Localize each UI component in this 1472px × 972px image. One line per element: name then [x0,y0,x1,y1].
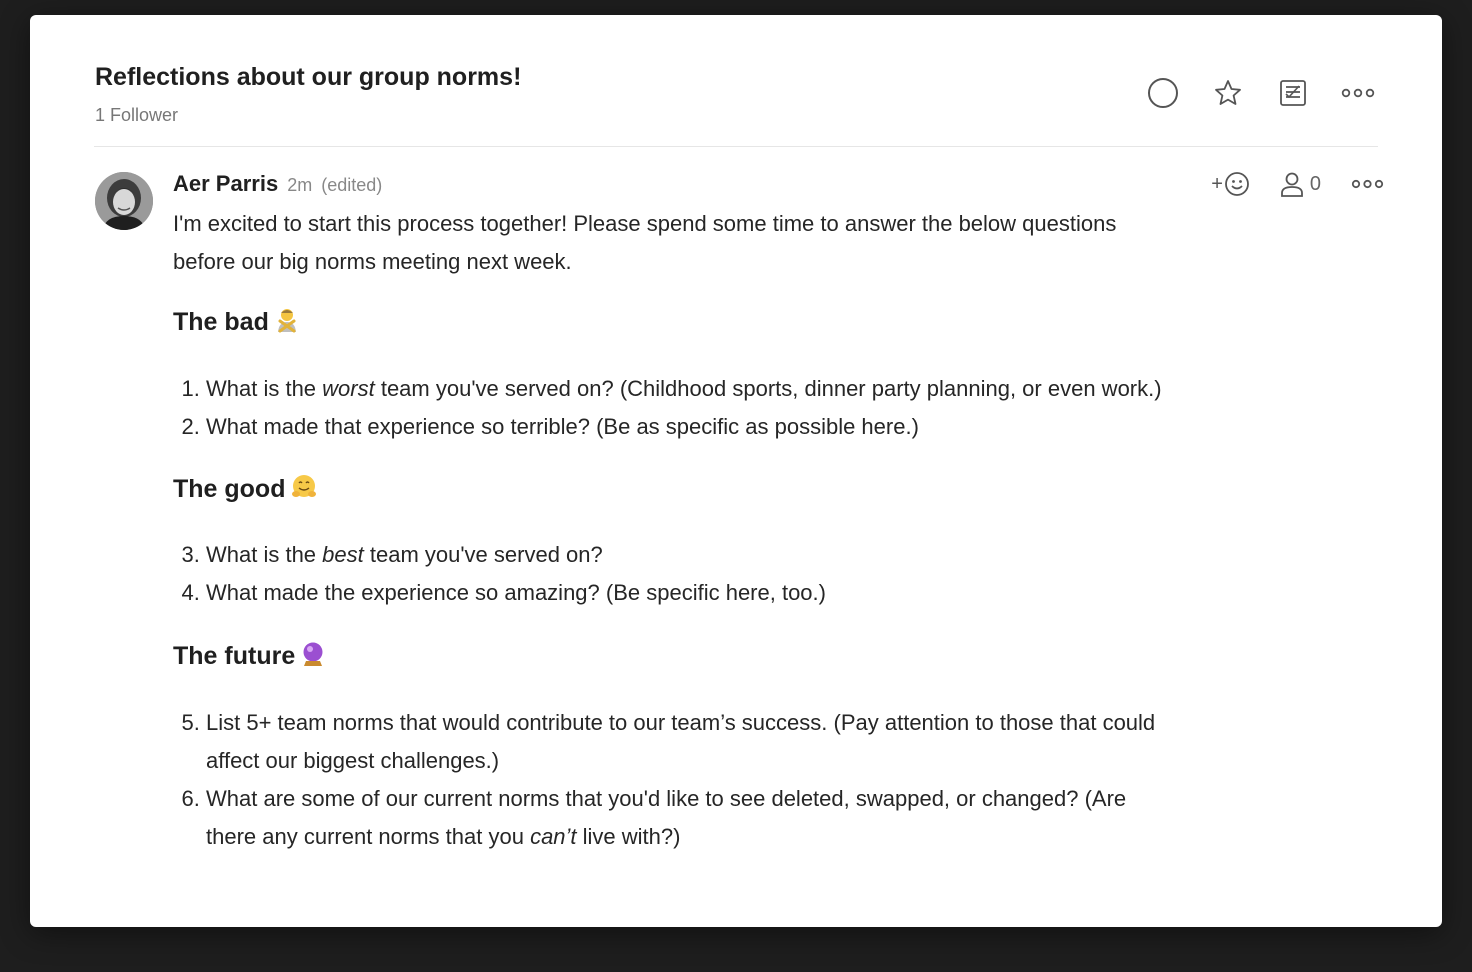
item-text: team you've served on? [363,542,603,567]
comment-meta: Aer Parris 2m (edited) [173,171,382,201]
section-heading-bad: The bad [173,304,1173,343]
ellipsis-icon [1341,88,1375,98]
add-to-todo-button[interactable] [1273,73,1313,113]
add-reaction-button[interactable]: + [1211,167,1250,201]
item-text: What is the [206,376,323,401]
list-item: What are some of our current norms that … [206,780,1173,856]
heading-text: The good [173,475,286,503]
person-gesturing-no-icon [275,307,299,343]
star-icon [1215,80,1241,105]
checklist-icon [1280,80,1306,106]
mark-done-button[interactable] [1143,73,1183,113]
item-text: live with?) [576,824,681,849]
comment-follower-count: 0 [1309,172,1321,195]
item-emphasis: worst [322,376,375,401]
avatar-photo [95,172,153,230]
heading-text: The bad [173,308,269,336]
list-item: What is the best team you've served on? [206,536,1173,574]
smiley-icon [1224,172,1249,196]
list-item: What is the worst team you've served on?… [206,370,1173,408]
edited-label: (edited) [321,175,383,195]
section-heading-future: The future [173,638,1173,677]
hugging-face-icon [291,474,317,510]
comment-actions: + 0 [1211,167,1384,201]
item-emphasis: best [322,542,364,567]
item-text: What made the experience so amazing? (Be… [206,580,826,605]
avatar[interactable] [95,172,153,230]
timestamp[interactable]: 2m [287,175,312,196]
list-item: What made that experience so terrible? (… [206,408,1173,446]
thread-actions [1118,73,1378,113]
crystal-ball-icon [301,641,325,677]
comment-followers-button[interactable]: 0 [1280,167,1321,201]
person-icon [1280,172,1303,197]
item-text: team you've served on? (Childhood sports… [374,376,1162,401]
more-button[interactable] [1338,73,1378,113]
question-list-good: What is the best team you've served on? … [173,536,1173,612]
comment-intro: I'm excited to start this process togeth… [173,211,1117,274]
circle-icon [1148,78,1178,108]
item-text: What made that experience so terrible? (… [206,414,919,439]
plus-label: + [1211,172,1223,195]
item-text: What is the [206,542,323,567]
comment-body: I'm excited to start this process togeth… [173,205,1173,856]
comment-more-button[interactable] [1351,167,1384,201]
follower-count-link[interactable]: 1 Follower [95,103,178,127]
item-text: List 5+ team norms that would contribute… [206,710,1156,773]
list-item: What made the experience so amazing? (Be… [206,574,1173,612]
section-heading-good: The good [173,471,1173,510]
header-divider [94,146,1378,147]
list-item: List 5+ team norms that would contribute… [206,704,1173,780]
question-list-future: List 5+ team norms that would contribute… [173,704,1173,856]
item-emphasis: can’t [530,824,577,849]
message-window: Reflections about our group norms! 1 Fol… [30,15,1442,927]
ellipsis-icon [1351,179,1384,189]
author-name[interactable]: Aer Parris [173,171,278,197]
favorite-button[interactable] [1208,73,1248,113]
thread-title: Reflections about our group norms! [95,63,522,91]
question-list-bad: What is the worst team you've served on?… [173,370,1173,446]
heading-text: The future [173,642,296,670]
